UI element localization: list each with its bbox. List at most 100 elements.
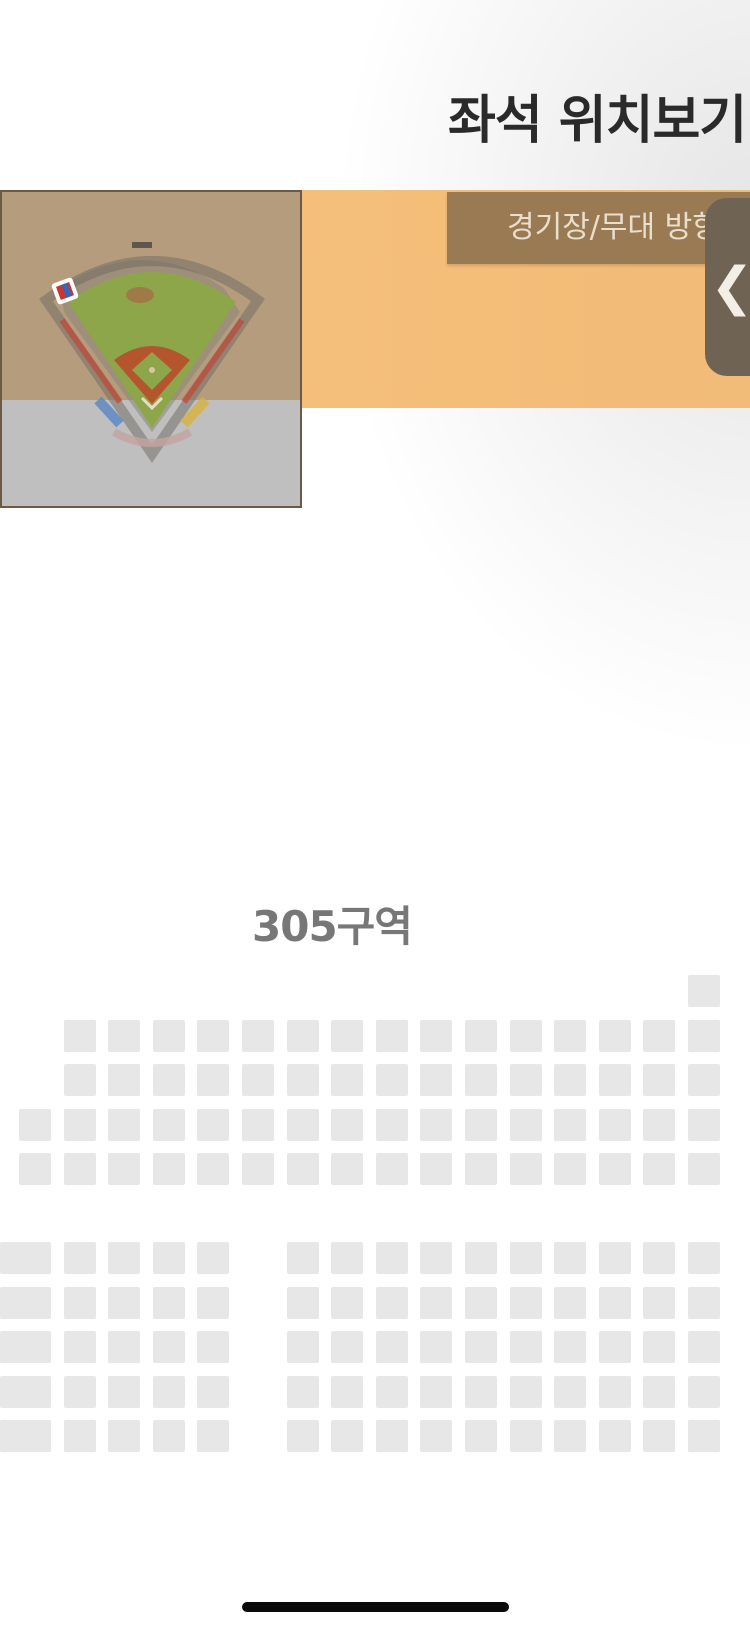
seat[interactable] [376,1153,408,1185]
seat[interactable] [331,1153,363,1185]
seat[interactable] [153,1331,185,1363]
seat[interactable] [197,1287,229,1319]
seat[interactable] [688,1020,720,1052]
seat[interactable] [420,1242,452,1274]
seat[interactable] [153,1287,185,1319]
seat[interactable] [287,1153,319,1185]
seat[interactable] [153,1242,185,1274]
seat[interactable] [420,1064,452,1096]
seat[interactable] [242,1064,274,1096]
seat[interactable] [465,1242,497,1274]
seat[interactable] [599,1242,631,1274]
seat[interactable] [599,1287,631,1319]
seat[interactable] [19,1109,51,1141]
seat[interactable] [64,1109,96,1141]
seat[interactable] [19,1420,51,1452]
seat[interactable] [510,1331,542,1363]
seat[interactable] [376,1242,408,1274]
seat[interactable] [287,1109,319,1141]
seat[interactable] [108,1020,140,1052]
seat[interactable] [64,1153,96,1185]
home-indicator[interactable] [242,1602,509,1612]
seat[interactable] [287,1287,319,1319]
seat[interactable] [287,1376,319,1408]
seat[interactable] [465,1420,497,1452]
seat[interactable] [688,1287,720,1319]
seat[interactable] [287,1242,319,1274]
seat[interactable] [287,1020,319,1052]
seat[interactable] [420,1376,452,1408]
seat[interactable] [108,1420,140,1452]
seat[interactable] [599,1376,631,1408]
seat[interactable] [688,1064,720,1096]
seat[interactable] [331,1376,363,1408]
seat[interactable] [287,1064,319,1096]
seat[interactable] [197,1242,229,1274]
seat[interactable] [643,1020,675,1052]
seat[interactable] [108,1331,140,1363]
seat[interactable] [510,1020,542,1052]
seat[interactable] [465,1109,497,1141]
seat[interactable] [19,1331,51,1363]
seat[interactable] [108,1064,140,1096]
seat[interactable] [197,1331,229,1363]
seat[interactable] [64,1064,96,1096]
seat[interactable] [599,1064,631,1096]
seat[interactable] [599,1020,631,1052]
seat[interactable] [420,1020,452,1052]
seat[interactable] [688,1376,720,1408]
seat[interactable] [197,1153,229,1185]
seat[interactable] [108,1242,140,1274]
seat[interactable] [643,1420,675,1452]
seat[interactable] [554,1331,586,1363]
seat[interactable] [331,1064,363,1096]
seat[interactable] [19,1242,51,1274]
seat[interactable] [153,1153,185,1185]
seat[interactable] [197,1064,229,1096]
seat[interactable] [465,1376,497,1408]
seat[interactable] [108,1109,140,1141]
seat[interactable] [197,1109,229,1141]
seat[interactable] [242,1020,274,1052]
seat[interactable] [153,1109,185,1141]
seat[interactable] [376,1020,408,1052]
seat[interactable] [242,1153,274,1185]
seat[interactable] [376,1287,408,1319]
seat[interactable] [643,1376,675,1408]
seat[interactable] [554,1109,586,1141]
seat[interactable] [599,1420,631,1452]
seat[interactable] [643,1064,675,1096]
seat[interactable] [599,1153,631,1185]
seat[interactable] [376,1420,408,1452]
seat[interactable] [688,975,720,1007]
seat[interactable] [242,1109,274,1141]
seat[interactable] [108,1376,140,1408]
seat[interactable] [420,1153,452,1185]
seat[interactable] [64,1420,96,1452]
seat[interactable] [108,1287,140,1319]
seat[interactable] [331,1287,363,1319]
seat[interactable] [153,1420,185,1452]
seat[interactable] [554,1376,586,1408]
seat[interactable] [510,1064,542,1096]
seat[interactable] [465,1153,497,1185]
seat[interactable] [331,1420,363,1452]
seat[interactable] [465,1287,497,1319]
seat[interactable] [19,1376,51,1408]
seat[interactable] [510,1420,542,1452]
seat[interactable] [420,1287,452,1319]
seat[interactable] [688,1242,720,1274]
seat[interactable] [197,1420,229,1452]
seat[interactable] [643,1287,675,1319]
seat[interactable] [554,1420,586,1452]
seat[interactable] [688,1153,720,1185]
seat[interactable] [554,1064,586,1096]
seat[interactable] [197,1020,229,1052]
seat[interactable] [465,1020,497,1052]
seat[interactable] [19,1153,51,1185]
seat[interactable] [465,1331,497,1363]
seat[interactable] [108,1153,140,1185]
seat[interactable] [510,1376,542,1408]
seat[interactable] [643,1331,675,1363]
seat[interactable] [153,1376,185,1408]
